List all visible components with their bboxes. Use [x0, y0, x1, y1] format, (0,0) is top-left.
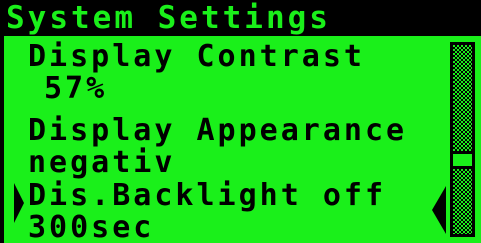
menu-item-display-contrast-value: 57% — [44, 71, 108, 106]
scrollbar-thumb[interactable] — [450, 151, 475, 169]
scrollbar[interactable] — [450, 42, 475, 237]
menu-item-backlight-off[interactable]: Dis.Backlight off — [28, 179, 386, 213]
selection-left-triangle-icon — [14, 183, 24, 223]
menu-item-display-appearance[interactable]: Display Appearance — [28, 114, 407, 148]
selection-right-triangle-icon — [432, 186, 446, 234]
settings-screen: System Settings Display Contrast 57% Dis… — [0, 0, 481, 243]
menu-item-display-appearance-value: negativ — [28, 145, 176, 180]
menu-item-display-contrast[interactable]: Display Contrast — [28, 40, 365, 74]
settings-menu: Display Contrast 57% Display Appearance … — [0, 38, 450, 243]
page-title: System Settings — [0, 0, 481, 36]
menu-item-backlight-off-value: 300sec — [28, 210, 155, 243]
